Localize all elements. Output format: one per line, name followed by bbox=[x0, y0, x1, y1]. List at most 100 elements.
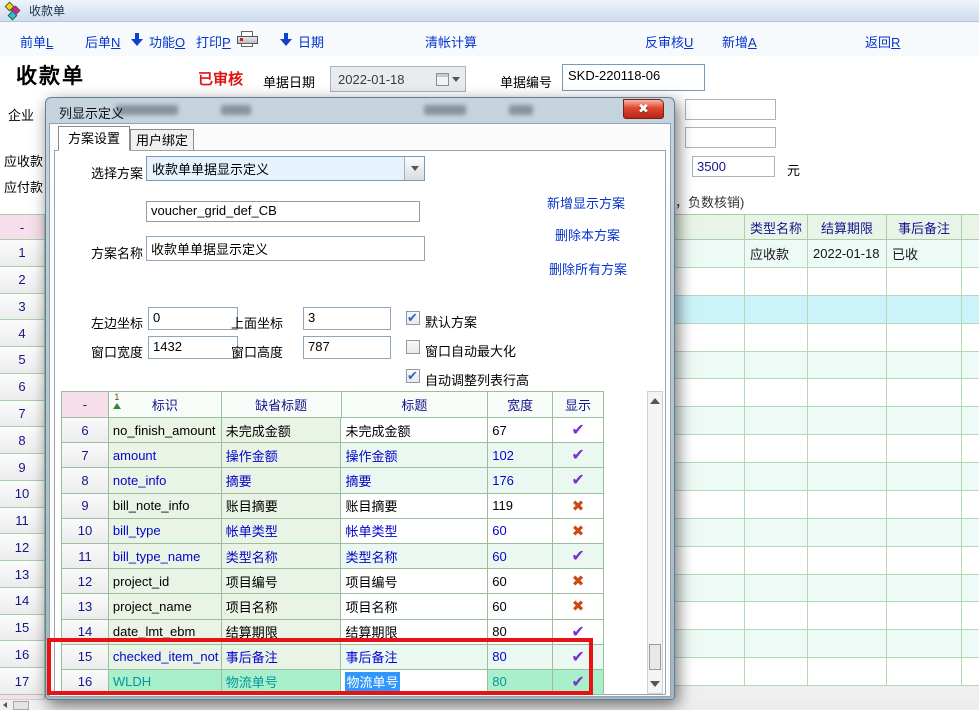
col-show-header[interactable]: 显示 bbox=[553, 392, 604, 418]
bg-grid-row[interactable] bbox=[675, 296, 979, 324]
scroll-up-icon[interactable] bbox=[650, 398, 660, 404]
grid-cell-id[interactable]: bill_note_info bbox=[109, 494, 222, 519]
bg-grid-cell[interactable] bbox=[808, 602, 887, 629]
col-title-header[interactable]: 标题 bbox=[342, 392, 489, 418]
bg-grid-cell[interactable] bbox=[675, 658, 745, 685]
return-button[interactable]: 返回R bbox=[865, 32, 900, 51]
grid-row-number[interactable]: 12 bbox=[62, 569, 109, 594]
grid-cell-default-title[interactable]: 操作金额 bbox=[222, 443, 342, 468]
bg-grid-cell[interactable] bbox=[962, 463, 979, 490]
bg-grid-cell[interactable] bbox=[887, 602, 962, 629]
col-after-note-header[interactable]: 事后备注 bbox=[887, 215, 962, 239]
scroll-left-icon[interactable] bbox=[0, 700, 12, 710]
bg-grid-cell[interactable] bbox=[808, 379, 887, 406]
bg-grid-cell[interactable] bbox=[808, 268, 887, 295]
row-number-cell[interactable]: 7 bbox=[0, 401, 45, 428]
grid-cell-width[interactable]: 119 bbox=[488, 494, 553, 519]
bg-grid-cell[interactable] bbox=[887, 575, 962, 602]
bg-grid-row[interactable] bbox=[675, 575, 979, 603]
grid-cell-default-title[interactable]: 类型名称 bbox=[222, 544, 342, 569]
delete-all-schemes-link[interactable]: 删除所有方案 bbox=[549, 259, 627, 278]
grid-row-number[interactable]: 8 bbox=[62, 468, 109, 493]
bg-grid-cell[interactable] bbox=[745, 658, 808, 685]
grid-row[interactable]: 7amount操作金额操作金额102✔ bbox=[62, 443, 604, 468]
grid-cell-title[interactable]: 帐单类型 bbox=[341, 519, 488, 544]
bg-grid-cell[interactable] bbox=[887, 324, 962, 351]
row-number-cell[interactable]: 10 bbox=[0, 481, 45, 508]
col-settle-limit-header[interactable]: 结算期限 bbox=[808, 215, 887, 239]
bg-grid-cell[interactable] bbox=[745, 296, 808, 323]
next-doc-button[interactable]: 后单N bbox=[85, 32, 120, 51]
printer-icon[interactable] bbox=[237, 31, 258, 47]
grid-cell-id[interactable]: note_info bbox=[109, 468, 222, 493]
bg-grid-cell[interactable] bbox=[887, 379, 962, 406]
bg-grid-cell[interactable] bbox=[675, 491, 745, 518]
grid-row-number[interactable]: 10 bbox=[62, 519, 109, 544]
bg-grid-cell[interactable]: 2022-01-18 bbox=[808, 240, 887, 267]
bg-grid-cell[interactable] bbox=[887, 630, 962, 657]
bg-grid-cell[interactable] bbox=[675, 324, 745, 351]
date-dropdown-icon[interactable] bbox=[452, 77, 460, 82]
bg-grid-cell[interactable] bbox=[675, 519, 745, 546]
bg-grid-row[interactable] bbox=[675, 407, 979, 435]
bg-input-2[interactable] bbox=[685, 127, 776, 148]
unapprove-button[interactable]: 反审核U bbox=[645, 32, 693, 51]
bg-grid-row[interactable] bbox=[675, 463, 979, 491]
bg-grid-cell[interactable] bbox=[962, 268, 979, 295]
bg-grid-cell[interactable] bbox=[675, 575, 745, 602]
bg-grid-row[interactable] bbox=[675, 658, 979, 686]
grid-cell-id[interactable]: bill_type bbox=[109, 519, 222, 544]
vertical-scrollbar[interactable] bbox=[647, 391, 663, 694]
auto-row-height-checkbox[interactable] bbox=[406, 369, 420, 383]
bg-grid-cell[interactable] bbox=[745, 602, 808, 629]
bg-grid-cell[interactable] bbox=[962, 658, 979, 685]
prev-doc-button[interactable]: 前单L bbox=[20, 32, 53, 51]
bg-grid-row[interactable] bbox=[675, 602, 979, 630]
bg-grid-cell[interactable] bbox=[962, 407, 979, 434]
top-coord-field[interactable]: 3 bbox=[303, 307, 391, 330]
bg-grid-cell[interactable] bbox=[962, 519, 979, 546]
bg-grid-cell[interactable] bbox=[745, 352, 808, 379]
bg-grid-cell[interactable] bbox=[745, 491, 808, 518]
bg-grid-row[interactable] bbox=[675, 352, 979, 380]
grid-cell-width[interactable]: 60 bbox=[488, 544, 553, 569]
row-number-cell[interactable]: 9 bbox=[0, 454, 45, 481]
tab-scheme-settings[interactable]: 方案设置 bbox=[58, 126, 130, 151]
scheme-select[interactable]: 收款单单据显示定义 bbox=[146, 156, 425, 181]
bg-grid-cell[interactable] bbox=[962, 240, 979, 267]
grid-cell-id[interactable]: no_finish_amount bbox=[109, 418, 222, 443]
bg-grid-row[interactable] bbox=[675, 491, 979, 519]
horizontal-scrollbar[interactable] bbox=[0, 699, 45, 710]
grid-row-number[interactable]: 9 bbox=[62, 494, 109, 519]
grid-cell-title[interactable]: 未完成金额 bbox=[341, 418, 488, 443]
bg-grid-cell[interactable] bbox=[675, 379, 745, 406]
bg-grid-cell[interactable]: 应收款 bbox=[745, 240, 808, 267]
window-width-field[interactable]: 1432 bbox=[148, 336, 238, 359]
default-scheme-checkbox[interactable] bbox=[406, 311, 420, 325]
bg-grid-cell[interactable] bbox=[962, 379, 979, 406]
grid-cell-id[interactable]: bill_type_name bbox=[109, 544, 222, 569]
add-new-button[interactable]: 新增A bbox=[722, 32, 757, 51]
grid-row[interactable]: 10bill_type帐单类型帐单类型60✖ bbox=[62, 519, 604, 544]
bg-grid-cell[interactable] bbox=[808, 658, 887, 685]
grid-cell-show[interactable]: ✖ bbox=[553, 494, 604, 519]
bg-grid-cell[interactable] bbox=[808, 630, 887, 657]
bg-grid-cell[interactable] bbox=[745, 407, 808, 434]
grid-cell-title[interactable]: 操作金额 bbox=[341, 443, 488, 468]
bg-grid-cell[interactable] bbox=[808, 575, 887, 602]
bg-grid-cell[interactable] bbox=[808, 435, 887, 462]
bg-grid-cell[interactable] bbox=[675, 240, 745, 267]
row-number-cell[interactable]: 3 bbox=[0, 294, 45, 321]
grid-cell-show[interactable]: ✔ bbox=[553, 418, 604, 443]
amount-field[interactable]: 3500 bbox=[692, 156, 775, 177]
row-number-cell[interactable]: 14 bbox=[0, 588, 45, 615]
row-number-cell[interactable]: 13 bbox=[0, 561, 45, 588]
grid-cell-width[interactable]: 176 bbox=[488, 468, 553, 493]
bg-grid-cell[interactable] bbox=[887, 352, 962, 379]
grid-cell-show[interactable]: ✖ bbox=[553, 594, 604, 619]
bg-grid-cell[interactable] bbox=[887, 296, 962, 323]
bg-grid-cell[interactable] bbox=[808, 547, 887, 574]
grid-cell-default-title[interactable]: 项目名称 bbox=[222, 594, 342, 619]
bg-grid-cell[interactable] bbox=[962, 435, 979, 462]
grid-row[interactable]: 12project_id项目编号项目编号60✖ bbox=[62, 569, 604, 594]
